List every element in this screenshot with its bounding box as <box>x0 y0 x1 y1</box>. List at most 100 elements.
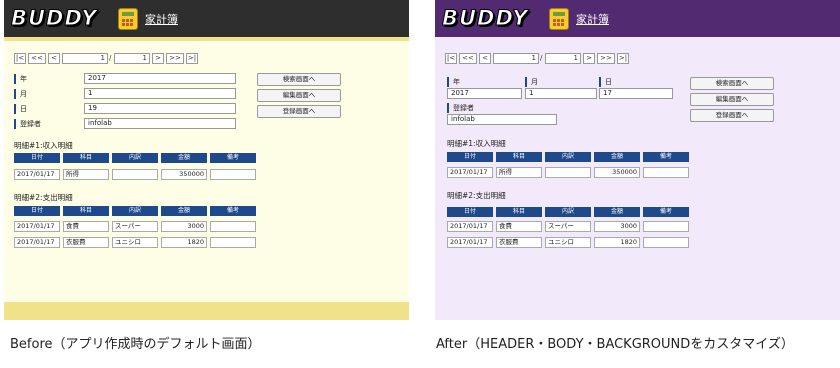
table-cell[interactable]: 衣服費 <box>63 237 109 248</box>
first-page-button[interactable]: |< <box>14 53 26 64</box>
app-title-link[interactable]: 家計簿 <box>576 11 609 27</box>
month-label: 月 <box>14 89 27 99</box>
table-header: 科目 <box>63 206 109 216</box>
last-page-button[interactable]: >| <box>617 53 629 64</box>
prev-10-button[interactable]: << <box>459 53 477 64</box>
first-page-button[interactable]: |< <box>445 53 457 64</box>
calculator-icon <box>118 8 138 30</box>
total-pages-field: 1 <box>114 53 150 64</box>
year-input[interactable]: 2017 <box>447 88 522 99</box>
table-header: 金額 <box>594 207 640 217</box>
table-header: 備考 <box>643 152 689 162</box>
edit-screen-button[interactable]: 編集画面へ <box>690 93 774 106</box>
table-cell[interactable] <box>643 237 689 248</box>
table-header: 金額 <box>161 206 207 216</box>
registrant-label: 登録者 <box>447 103 474 113</box>
last-page-button[interactable]: >| <box>186 53 198 64</box>
table-cell[interactable]: 1820 <box>594 237 640 248</box>
day-label: 日 <box>599 77 612 87</box>
table-header: 日付 <box>447 207 493 217</box>
table-header: 備考 <box>210 153 256 163</box>
month-label: 月 <box>525 77 538 87</box>
register-screen-button[interactable]: 登録画面へ <box>690 109 774 122</box>
table-header: 金額 <box>161 153 207 163</box>
prev-10-button[interactable]: << <box>28 53 46 64</box>
table-header: 内訳 <box>112 206 158 216</box>
table-cell[interactable]: 350000 <box>594 167 640 178</box>
table-header: 日付 <box>447 152 493 162</box>
income-section-title: 明細#1:収入明細 <box>14 141 73 150</box>
table-cell[interactable]: 2017/01/17 <box>447 221 493 232</box>
table-cell[interactable]: スーパー <box>545 221 591 232</box>
table-header: 備考 <box>643 207 689 217</box>
table-cell[interactable]: 1820 <box>161 237 207 248</box>
table-header: 日付 <box>14 153 60 163</box>
income-section-title: 明細#1:収入明細 <box>447 139 506 148</box>
footer-bar <box>4 302 409 320</box>
day-input[interactable]: 17 <box>599 88 673 99</box>
table-header: 内訳 <box>545 152 591 162</box>
buddy-logo[interactable]: BUDDY <box>442 6 529 31</box>
next-page-button[interactable]: > <box>583 53 595 64</box>
app-header: BUDDY 家計簿 <box>4 0 409 37</box>
table-cell[interactable] <box>210 237 256 248</box>
table-cell[interactable]: スーパー <box>112 221 158 232</box>
calculator-icon <box>549 8 569 30</box>
table-cell[interactable] <box>112 169 158 180</box>
table-header: 日付 <box>14 206 60 216</box>
table-cell[interactable] <box>210 169 256 180</box>
search-screen-button[interactable]: 検索画面へ <box>257 73 341 86</box>
month-input[interactable]: 1 <box>84 88 236 99</box>
month-input[interactable]: 1 <box>525 88 597 99</box>
buddy-logo[interactable]: BUDDY <box>11 6 98 31</box>
table-header: 金額 <box>594 152 640 162</box>
app-title-link[interactable]: 家計簿 <box>145 11 178 27</box>
table-cell[interactable]: ユニシロ <box>545 237 591 248</box>
search-screen-button[interactable]: 検索画面へ <box>690 77 774 90</box>
register-screen-button[interactable]: 登録画面へ <box>257 105 341 118</box>
table-cell[interactable]: ユニシロ <box>112 237 158 248</box>
table-cell[interactable] <box>643 167 689 178</box>
table-cell[interactable]: 350000 <box>161 169 207 180</box>
table-cell[interactable] <box>210 221 256 232</box>
table-cell[interactable]: 所得 <box>496 167 542 178</box>
table-cell[interactable]: 食費 <box>496 221 542 232</box>
prev-page-button[interactable]: < <box>48 53 60 64</box>
next-page-button[interactable]: > <box>152 53 164 64</box>
day-input[interactable]: 19 <box>84 103 236 114</box>
day-label: 日 <box>14 104 27 114</box>
app-header: BUDDY 家計簿 <box>435 0 840 37</box>
page-separator: / <box>540 54 543 62</box>
table-cell[interactable]: 所得 <box>63 169 109 180</box>
table-cell[interactable]: 2017/01/17 <box>447 167 493 178</box>
table-cell[interactable]: 食費 <box>63 221 109 232</box>
table-cell[interactable]: 2017/01/17 <box>14 221 60 232</box>
table-cell[interactable]: 衣服費 <box>496 237 542 248</box>
after-caption: After（HEADER・BODY・BACKGROUNDをカスタマイズ） <box>436 337 794 352</box>
registrant-input[interactable]: infolab <box>447 114 557 125</box>
header-stripe <box>4 37 409 41</box>
current-page-input[interactable]: 1 <box>62 53 108 64</box>
year-input[interactable]: 2017 <box>84 73 236 84</box>
registrant-input[interactable]: infolab <box>84 118 236 129</box>
before-caption: Before（アプリ作成時のデフォルト画面） <box>10 337 261 352</box>
table-cell[interactable] <box>545 167 591 178</box>
table-cell[interactable]: 2017/01/17 <box>14 169 60 180</box>
next-10-button[interactable]: >> <box>166 53 184 64</box>
table-header: 科目 <box>496 207 542 217</box>
table-cell[interactable]: 3000 <box>161 221 207 232</box>
next-10-button[interactable]: >> <box>597 53 615 64</box>
table-cell[interactable]: 2017/01/17 <box>447 237 493 248</box>
table-cell[interactable] <box>643 221 689 232</box>
table-cell[interactable]: 3000 <box>594 221 640 232</box>
year-label: 年 <box>14 74 27 84</box>
table-header: 科目 <box>63 153 109 163</box>
prev-page-button[interactable]: < <box>479 53 491 64</box>
page-separator: / <box>109 54 112 62</box>
current-page-input[interactable]: 1 <box>493 53 539 64</box>
before-screen: BUDDY 家計簿 |< << < 1 / 1 > >> >| 年 2017 月… <box>4 0 409 320</box>
table-header: 備考 <box>210 206 256 216</box>
table-cell[interactable]: 2017/01/17 <box>14 237 60 248</box>
table-header: 内訳 <box>545 207 591 217</box>
edit-screen-button[interactable]: 編集画面へ <box>257 89 341 102</box>
